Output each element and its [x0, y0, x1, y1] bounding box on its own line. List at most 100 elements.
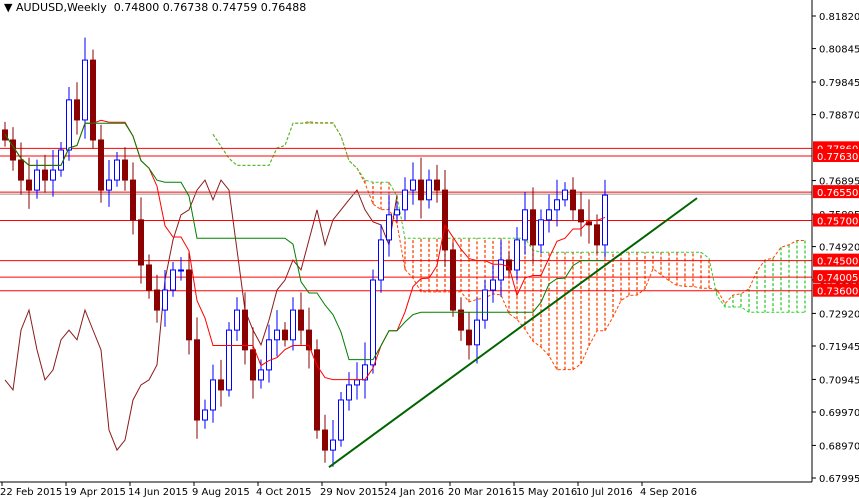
candle-body: [570, 189, 576, 211]
candle-body: [514, 239, 520, 271]
candle-body: [50, 169, 56, 181]
candle-body: [274, 329, 280, 341]
price-tick-label: 0.71945: [819, 342, 859, 353]
candle-body: [426, 179, 432, 201]
level-price-label: 0.76550: [817, 188, 858, 199]
candle-body: [546, 209, 552, 221]
candle-body: [386, 214, 392, 241]
price-tick-label: 0.80845: [819, 45, 859, 56]
candle-body: [82, 59, 88, 121]
candle-body: [490, 279, 496, 291]
candle-body: [202, 409, 208, 421]
candle-body: [522, 209, 528, 241]
candle-body: [42, 169, 48, 181]
price-chart[interactable]: 0.818200.808450.798450.788700.768950.758…: [0, 0, 859, 498]
candle-body: [130, 179, 136, 221]
time-tick-label: 4 Oct 2015: [256, 487, 311, 498]
candle-body: [162, 289, 168, 311]
ohlc-close: 0.76488: [260, 1, 307, 14]
level-price-label: 0.74005: [817, 273, 858, 284]
candle-body: [114, 159, 120, 181]
candle-body: [242, 309, 248, 351]
price-tick-label: 0.72920: [819, 309, 859, 320]
menu-triangle-icon[interactable]: ▼: [4, 1, 12, 14]
candle-body: [538, 219, 544, 246]
candle-body: [90, 59, 96, 141]
chart-title: ▼ AUDUSD,Weekly 0.74800 0.76738 0.74759 …: [4, 1, 306, 14]
candle-body: [498, 259, 504, 281]
time-tick-label: 24 Jan 2016: [384, 487, 444, 498]
time-tick-label: 22 Feb 2015: [0, 487, 62, 498]
candle-body: [226, 329, 232, 391]
candle-body: [66, 99, 72, 151]
level-price-label: 0.74500: [817, 257, 858, 268]
candle-body: [138, 219, 144, 266]
candle-body: [234, 309, 240, 331]
candle-body: [266, 339, 272, 371]
candle-body: [186, 269, 192, 341]
time-tick-label: 9 Aug 2015: [192, 487, 250, 498]
candle-body: [26, 179, 32, 191]
candle-body: [330, 439, 336, 451]
candle-body: [458, 309, 464, 331]
candle-body: [250, 349, 256, 381]
price-tick-label: 0.74920: [819, 243, 859, 254]
candle-body: [194, 339, 200, 421]
candle-body: [354, 379, 360, 386]
candle-body: [106, 179, 112, 191]
level-price-label: 0.77630: [817, 152, 858, 163]
ohlc-open: 0.74800: [113, 1, 160, 14]
candle-body: [146, 264, 152, 291]
price-tick-label: 0.69970: [819, 408, 859, 419]
candle-body: [554, 199, 560, 211]
candle-body: [98, 139, 104, 191]
candle-body: [290, 309, 296, 341]
candle-body: [410, 179, 416, 191]
candle-body: [178, 269, 184, 272]
time-tick-label: 10 Jul 2016: [576, 487, 633, 498]
candle-body: [154, 289, 160, 311]
symbol-label: AUDUSD,Weekly: [15, 1, 107, 14]
candle-body: [74, 99, 80, 121]
candle-body: [594, 224, 600, 246]
time-tick-label: 15 May 2016: [512, 487, 577, 498]
candle-body: [434, 179, 440, 191]
candle-body: [602, 194, 608, 246]
candle-body: [282, 329, 288, 341]
candle-body: [298, 309, 304, 331]
candle-body: [378, 239, 384, 281]
price-tick-label: 0.81820: [819, 12, 859, 23]
time-tick-label: 4 Sep 2016: [640, 487, 697, 498]
level-price-label: 0.75700: [817, 217, 858, 228]
candle-body: [474, 319, 480, 346]
candle-body: [402, 189, 408, 211]
chart-window[interactable]: ▼ AUDUSD,Weekly 0.74800 0.76738 0.74759 …: [0, 0, 859, 498]
candle-body: [18, 159, 24, 181]
candle-body: [306, 329, 312, 351]
candle-body: [562, 189, 568, 201]
time-tick-label: 29 Nov 2015: [320, 487, 384, 498]
candle-body: [346, 384, 352, 401]
candle-body: [210, 379, 216, 411]
candle-body: [578, 209, 584, 223]
candle-body: [370, 279, 376, 366]
candle-body: [34, 169, 40, 191]
candle-body: [442, 189, 448, 251]
candle-body: [218, 379, 224, 391]
candle-body: [258, 369, 264, 381]
candle-body: [394, 209, 400, 216]
candle-body: [170, 269, 176, 291]
ohlc-high: 0.76738: [162, 1, 209, 14]
candle-body: [450, 249, 456, 311]
senkou-span-b: [212, 122, 805, 313]
price-tick-label: 0.67995: [819, 474, 859, 485]
candle-body: [322, 429, 328, 451]
price-tick-label: 0.78870: [819, 111, 859, 122]
candle-body: [482, 289, 488, 321]
time-tick-label: 14 Jun 2015: [128, 487, 188, 498]
price-tick-label: 0.68970: [819, 441, 859, 452]
candle-body: [530, 209, 536, 246]
candle-body: [418, 179, 424, 201]
level-price-label: 0.73600: [817, 287, 858, 298]
candle-body: [466, 329, 472, 346]
